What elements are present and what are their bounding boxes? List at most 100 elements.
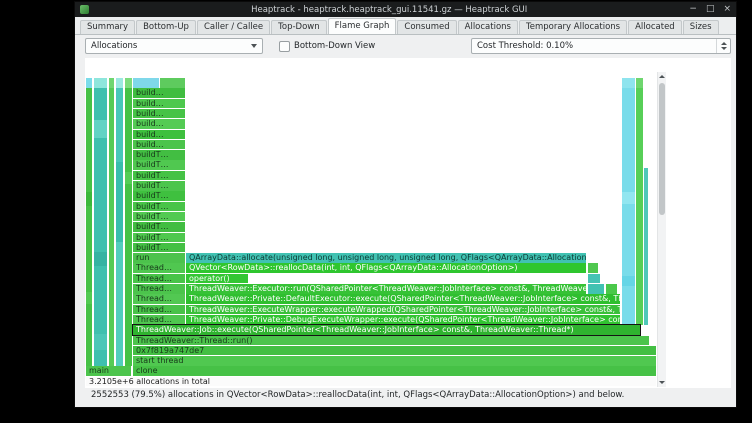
scroll-up-arrow-icon[interactable]: [659, 75, 665, 78]
scroll-down-arrow-icon[interactable]: [659, 381, 665, 384]
flame-status-text: 2552553 (79.5%) allocations in QVector<R…: [91, 390, 624, 400]
flame-strip[interactable]: [86, 88, 92, 366]
maximize-button[interactable]: □: [706, 2, 715, 17]
flame-frame[interactable]: buildT…: [133, 243, 185, 253]
checkbox-box[interactable]: [279, 41, 290, 52]
metric-combobox-value: Allocations: [91, 41, 251, 51]
tab-summary[interactable]: Summary: [80, 20, 135, 34]
flame-frame[interactable]: build…: [133, 140, 185, 150]
bottom-down-checkbox[interactable]: Bottom-Down View: [279, 41, 375, 52]
flame-frame[interactable]: build…: [133, 99, 185, 109]
tab-flame-graph[interactable]: Flame Graph: [328, 18, 397, 34]
tab-consumed[interactable]: Consumed: [397, 20, 456, 34]
flame-strip[interactable]: [644, 168, 648, 325]
flame-frame[interactable]: buildT…: [133, 181, 185, 191]
heaptrack-window: Heaptrack - heaptrack.heaptrack_gui.1154…: [75, 2, 736, 407]
flame-status-bar: 2552553 (79.5%) allocations in QVector<R…: [75, 388, 736, 402]
flame-strip[interactable]: [125, 172, 132, 184]
flame-frame[interactable]: buildT…: [133, 171, 185, 181]
flame-frame[interactable]: ThreadWeaver::Executor::run(QSharedPoint…: [186, 284, 586, 294]
flame-frame[interactable]: ThreadWeaver::Job::execute(QSharedPointe…: [133, 325, 640, 335]
flame-frame[interactable]: [125, 78, 132, 88]
flame-strip[interactable]: [622, 192, 635, 204]
flame-frame[interactable]: buildT…: [133, 222, 185, 232]
flame-strip[interactable]: [86, 192, 92, 206]
flame-frame[interactable]: [109, 78, 114, 88]
flame-frame[interactable]: buildT…: [133, 150, 185, 160]
tab-temporary-allocations[interactable]: Temporary Allocations: [519, 20, 627, 34]
flame-frame[interactable]: Thread…: [133, 274, 185, 284]
flame-frame[interactable]: buildT…: [133, 233, 185, 243]
flame-strip[interactable]: [125, 88, 132, 366]
flame-strip[interactable]: [94, 120, 107, 138]
flame-frame[interactable]: [636, 78, 643, 88]
tab-allocations[interactable]: Allocations: [458, 20, 518, 34]
flame-strip[interactable]: [109, 88, 114, 366]
close-button[interactable]: ×: [723, 2, 731, 17]
tab-allocated[interactable]: Allocated: [628, 20, 682, 34]
flame-frame[interactable]: [606, 284, 617, 294]
flame-frame[interactable]: build…: [133, 130, 185, 140]
flame-frame[interactable]: Thread…: [133, 263, 185, 273]
minimize-button[interactable]: −: [689, 2, 697, 17]
flame-strip[interactable]: [636, 88, 643, 325]
flame-frame[interactable]: QVector<RowData>::reallocData(int, int, …: [186, 263, 586, 273]
flame-frame[interactable]: main: [86, 366, 131, 376]
flame-frame[interactable]: buildT…: [133, 202, 185, 212]
spin-down-icon[interactable]: [721, 47, 727, 50]
toolbar: Allocations Bottom-Down View Cost Thresh…: [75, 35, 736, 57]
flame-frame[interactable]: buildT…: [133, 191, 185, 201]
flame-frame[interactable]: ThreadWeaver::Thread::run(): [133, 336, 649, 346]
titlebar[interactable]: Heaptrack - heaptrack.heaptrack_gui.1154…: [75, 2, 736, 17]
flame-strip[interactable]: [622, 276, 635, 286]
tab-caller-callee[interactable]: Caller / Callee: [197, 20, 270, 34]
flame-frame[interactable]: clone: [133, 366, 656, 376]
flame-frame[interactable]: [588, 284, 604, 294]
flame-strip[interactable]: [116, 242, 123, 366]
metric-combobox[interactable]: Allocations: [85, 38, 263, 54]
vertical-scrollbar[interactable]: [657, 72, 666, 387]
flame-frame[interactable]: [588, 263, 598, 273]
flame-frame[interactable]: Thread…: [133, 315, 185, 325]
flame-frame[interactable]: build…: [133, 119, 185, 129]
flame-frame[interactable]: build…: [133, 109, 185, 119]
flame-frame[interactable]: [160, 78, 185, 88]
flame-frame[interactable]: Thread…: [133, 305, 185, 315]
flame-frame[interactable]: ThreadWeaver::ExecuteWrapper::executeWra…: [186, 305, 620, 315]
flame-frame[interactable]: Thread…: [133, 284, 185, 294]
flame-frame[interactable]: buildT…: [133, 160, 185, 170]
flame-chart[interactable]: 3.2105e+6 allocations in totalmainclones…: [86, 72, 656, 387]
spinbox-arrows: [716, 39, 730, 53]
flame-frame[interactable]: operator(): [186, 274, 248, 284]
tab-top-down[interactable]: Top-Down: [271, 20, 327, 34]
flame-frame[interactable]: [588, 274, 600, 284]
flame-frame[interactable]: run: [133, 253, 185, 263]
flame-frame[interactable]: start thread: [133, 356, 656, 366]
tab-bottom-up[interactable]: Bottom-Up: [136, 20, 196, 34]
flame-strip[interactable]: [622, 88, 635, 325]
chevron-down-icon: [251, 44, 257, 48]
flame-frame[interactable]: [622, 78, 635, 88]
checkbox-label: Bottom-Down View: [294, 41, 375, 51]
flame-strip[interactable]: [116, 88, 123, 162]
flame-frame[interactable]: build…: [133, 88, 185, 98]
flame-frame[interactable]: [94, 78, 107, 88]
scrollbar-thumb[interactable]: [659, 83, 665, 215]
flame-strip[interactable]: [86, 292, 92, 304]
flame-strip[interactable]: [116, 162, 123, 242]
flame-frame[interactable]: [86, 78, 92, 88]
flame-frame[interactable]: [116, 78, 123, 88]
spin-up-icon[interactable]: [721, 42, 727, 45]
flame-strip[interactable]: [94, 252, 107, 266]
flame-frame[interactable]: QArrayData::allocate(unsigned long, unsi…: [186, 253, 586, 263]
flame-frame[interactable]: buildT…: [133, 212, 185, 222]
flame-frame[interactable]: 3.2105e+6 allocations in total: [86, 377, 656, 387]
flame-frame[interactable]: ThreadWeaver::Private::DefaultExecutor::…: [186, 294, 620, 304]
flame-frame[interactable]: 0x7f819a747de7: [133, 346, 656, 356]
flame-frame[interactable]: Thread…: [133, 294, 185, 304]
flame-frame[interactable]: [133, 78, 159, 88]
flame-frame[interactable]: ThreadWeaver::Private::DebugExecuteWrapp…: [186, 315, 620, 325]
cost-threshold-spinbox[interactable]: Cost Threshold: 0.10%: [471, 38, 731, 54]
tab-sizes[interactable]: Sizes: [683, 20, 719, 34]
flame-strip[interactable]: [94, 334, 107, 350]
